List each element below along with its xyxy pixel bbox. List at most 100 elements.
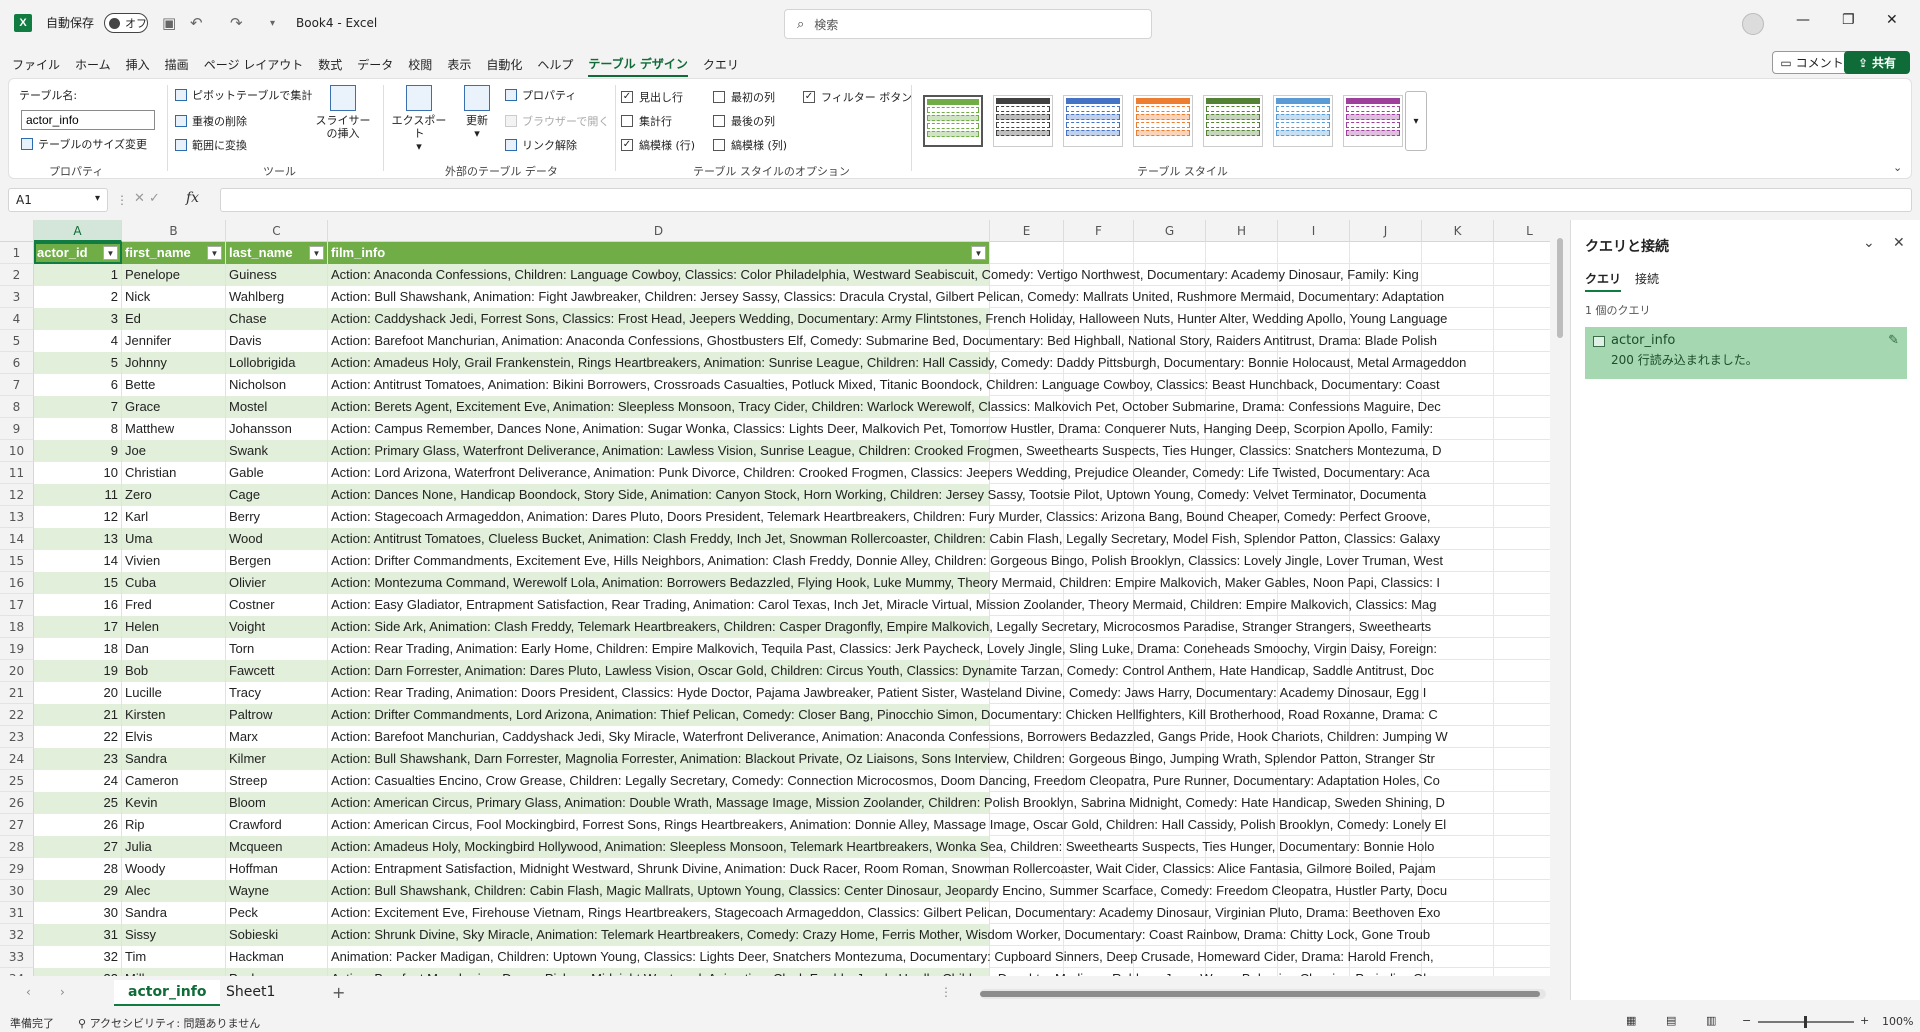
menu-item[interactable]: クエリ <box>703 53 739 76</box>
row-header[interactable]: 18 <box>0 616 34 638</box>
cell[interactable] <box>1494 572 1550 594</box>
table-style-swatch[interactable] <box>1203 95 1263 147</box>
table-cell[interactable]: Peck <box>226 968 328 976</box>
properties-button[interactable]: プロパティ <box>505 87 576 103</box>
table-cell[interactable]: Hoffman <box>226 858 328 880</box>
table-cell[interactable]: Action: Campus Remember, Dances None, An… <box>328 418 1433 440</box>
open-in-browser-button[interactable]: ブラウザーで開く <box>505 113 609 129</box>
scroll-thumb[interactable] <box>1557 238 1563 338</box>
table-cell[interactable]: Action: Rear Trading, Animation: Early H… <box>328 638 1437 660</box>
table-cell[interactable]: Christian <box>122 462 226 484</box>
formula-input[interactable] <box>220 188 1912 212</box>
menu-item[interactable]: ページ レイアウト <box>204 53 304 76</box>
chevron-down-icon[interactable]: ⌄ <box>1863 235 1875 251</box>
row-header[interactable]: 16 <box>0 572 34 594</box>
share-button[interactable]: ⇪ 共有 <box>1844 51 1910 74</box>
cell[interactable] <box>1422 616 1494 638</box>
row-header[interactable]: 6 <box>0 352 34 374</box>
table-cell[interactable]: Peck <box>226 902 328 924</box>
column-header[interactable]: K <box>1422 220 1494 242</box>
table-cell[interactable]: Kirsten <box>122 704 226 726</box>
row-header[interactable]: 28 <box>0 836 34 858</box>
table-cell[interactable]: Streep <box>226 770 328 792</box>
menu-item[interactable]: 校閲 <box>408 53 432 76</box>
menu-item[interactable]: ファイル <box>12 53 60 76</box>
cell[interactable] <box>1494 748 1550 770</box>
gallery-more-button[interactable]: ▾ <box>1405 91 1427 151</box>
restore-icon[interactable]: ❐ <box>1842 12 1855 28</box>
table-cell[interactable]: 14 <box>34 550 122 572</box>
table-cell[interactable]: Wahlberg <box>226 286 328 308</box>
cell[interactable] <box>1494 858 1550 880</box>
cell[interactable] <box>1350 242 1422 264</box>
table-cell[interactable]: Action: Bull Shawshank, Children: Cabin … <box>328 880 1447 902</box>
row-header[interactable]: 26 <box>0 792 34 814</box>
vertical-scrollbar[interactable] <box>1554 220 1566 976</box>
table-cell[interactable]: 16 <box>34 594 122 616</box>
table-cell[interactable]: Karl <box>122 506 226 528</box>
zoom-out-icon[interactable]: − <box>1742 1014 1751 1027</box>
table-cell[interactable]: Wood <box>226 528 328 550</box>
cell[interactable] <box>1494 770 1550 792</box>
cell[interactable] <box>1494 308 1550 330</box>
table-cell[interactable]: Action: Antitrust Tomatoes, Animation: B… <box>328 374 1440 396</box>
table-cell[interactable]: Action: Barefoot Manchurian, Animation: … <box>328 330 1437 352</box>
table-cell[interactable]: Action: Barefoot Manchurian, Caddyshack … <box>328 726 1448 748</box>
column-header[interactable]: E <box>990 220 1064 242</box>
cell[interactable] <box>1494 484 1550 506</box>
row-header[interactable]: 23 <box>0 726 34 748</box>
cell[interactable] <box>1494 638 1550 660</box>
table-cell[interactable]: first_name ▼ <box>122 242 226 264</box>
table-cell[interactable]: 28 <box>34 858 122 880</box>
table-cell[interactable]: Berry <box>226 506 328 528</box>
table-cell[interactable]: 15 <box>34 572 122 594</box>
table-cell[interactable]: Hackman <box>226 946 328 968</box>
row-header[interactable]: 7 <box>0 374 34 396</box>
table-cell[interactable]: 6 <box>34 374 122 396</box>
table-cell[interactable]: 27 <box>34 836 122 858</box>
table-cell[interactable]: Action: Rear Trading, Animation: Doors P… <box>328 682 1426 704</box>
row-header[interactable]: 17 <box>0 594 34 616</box>
table-cell[interactable]: Action: Bull Shawshank, Darn Forrester, … <box>328 748 1435 770</box>
row-header[interactable]: 3 <box>0 286 34 308</box>
filter-dropdown-icon[interactable]: ▼ <box>309 246 324 260</box>
table-cell[interactable]: Matthew <box>122 418 226 440</box>
cell[interactable] <box>990 242 1064 264</box>
query-item[interactable]: actor_info 200 行読み込まれました。 ✎ <box>1585 327 1907 379</box>
table-cell[interactable]: Action: Easy Gladiator, Entrapment Satis… <box>328 594 1436 616</box>
redo-icon[interactable]: ↷ <box>230 14 243 32</box>
cell[interactable] <box>1494 286 1550 308</box>
row-header[interactable]: 9 <box>0 418 34 440</box>
table-cell[interactable]: Jennifer <box>122 330 226 352</box>
cell[interactable] <box>1494 330 1550 352</box>
customize-qat-icon[interactable]: ▾ <box>270 18 275 29</box>
table-cell[interactable]: Lucille <box>122 682 226 704</box>
table-cell[interactable]: 4 <box>34 330 122 352</box>
table-cell[interactable]: Fred <box>122 594 226 616</box>
table-cell[interactable]: Action: Amadeus Holy, Mockingbird Hollyw… <box>328 836 1434 858</box>
table-cell[interactable]: Bloom <box>226 792 328 814</box>
table-cell[interactable]: Ed <box>122 308 226 330</box>
cell[interactable] <box>1494 814 1550 836</box>
add-sheet-icon[interactable]: + <box>332 983 345 1002</box>
menu-item[interactable]: ホーム <box>75 53 111 76</box>
table-cell[interactable]: 9 <box>34 440 122 462</box>
row-header[interactable]: 1 <box>0 242 34 264</box>
table-cell[interactable]: 13 <box>34 528 122 550</box>
row-header[interactable]: 27 <box>0 814 34 836</box>
table-style-swatch[interactable] <box>1063 95 1123 147</box>
table-cell[interactable]: Action: Barefoot Manchurian, Dream Picku… <box>328 968 1433 976</box>
table-cell[interactable]: Sissy <box>122 924 226 946</box>
comment-button[interactable]: ▭ コメント <box>1772 51 1852 74</box>
row-header[interactable]: 11 <box>0 462 34 484</box>
column-header[interactable]: I <box>1278 220 1350 242</box>
table-cell[interactable]: Grace <box>122 396 226 418</box>
horizontal-scrollbar[interactable] <box>980 989 1546 999</box>
accessibility-status[interactable]: ⚲ アクセシビリティ: 問題ありません <box>78 1015 260 1031</box>
table-cell[interactable]: 33 <box>34 968 122 976</box>
table-cell[interactable]: Action: Primary Glass, Waterfront Delive… <box>328 440 1442 462</box>
table-cell[interactable]: Action: Dances None, Handicap Boondock, … <box>328 484 1426 506</box>
table-cell[interactable]: Action: Berets Agent, Excitement Eve, An… <box>328 396 1441 418</box>
cell[interactable] <box>1422 242 1494 264</box>
table-cell[interactable]: Kilmer <box>226 748 328 770</box>
